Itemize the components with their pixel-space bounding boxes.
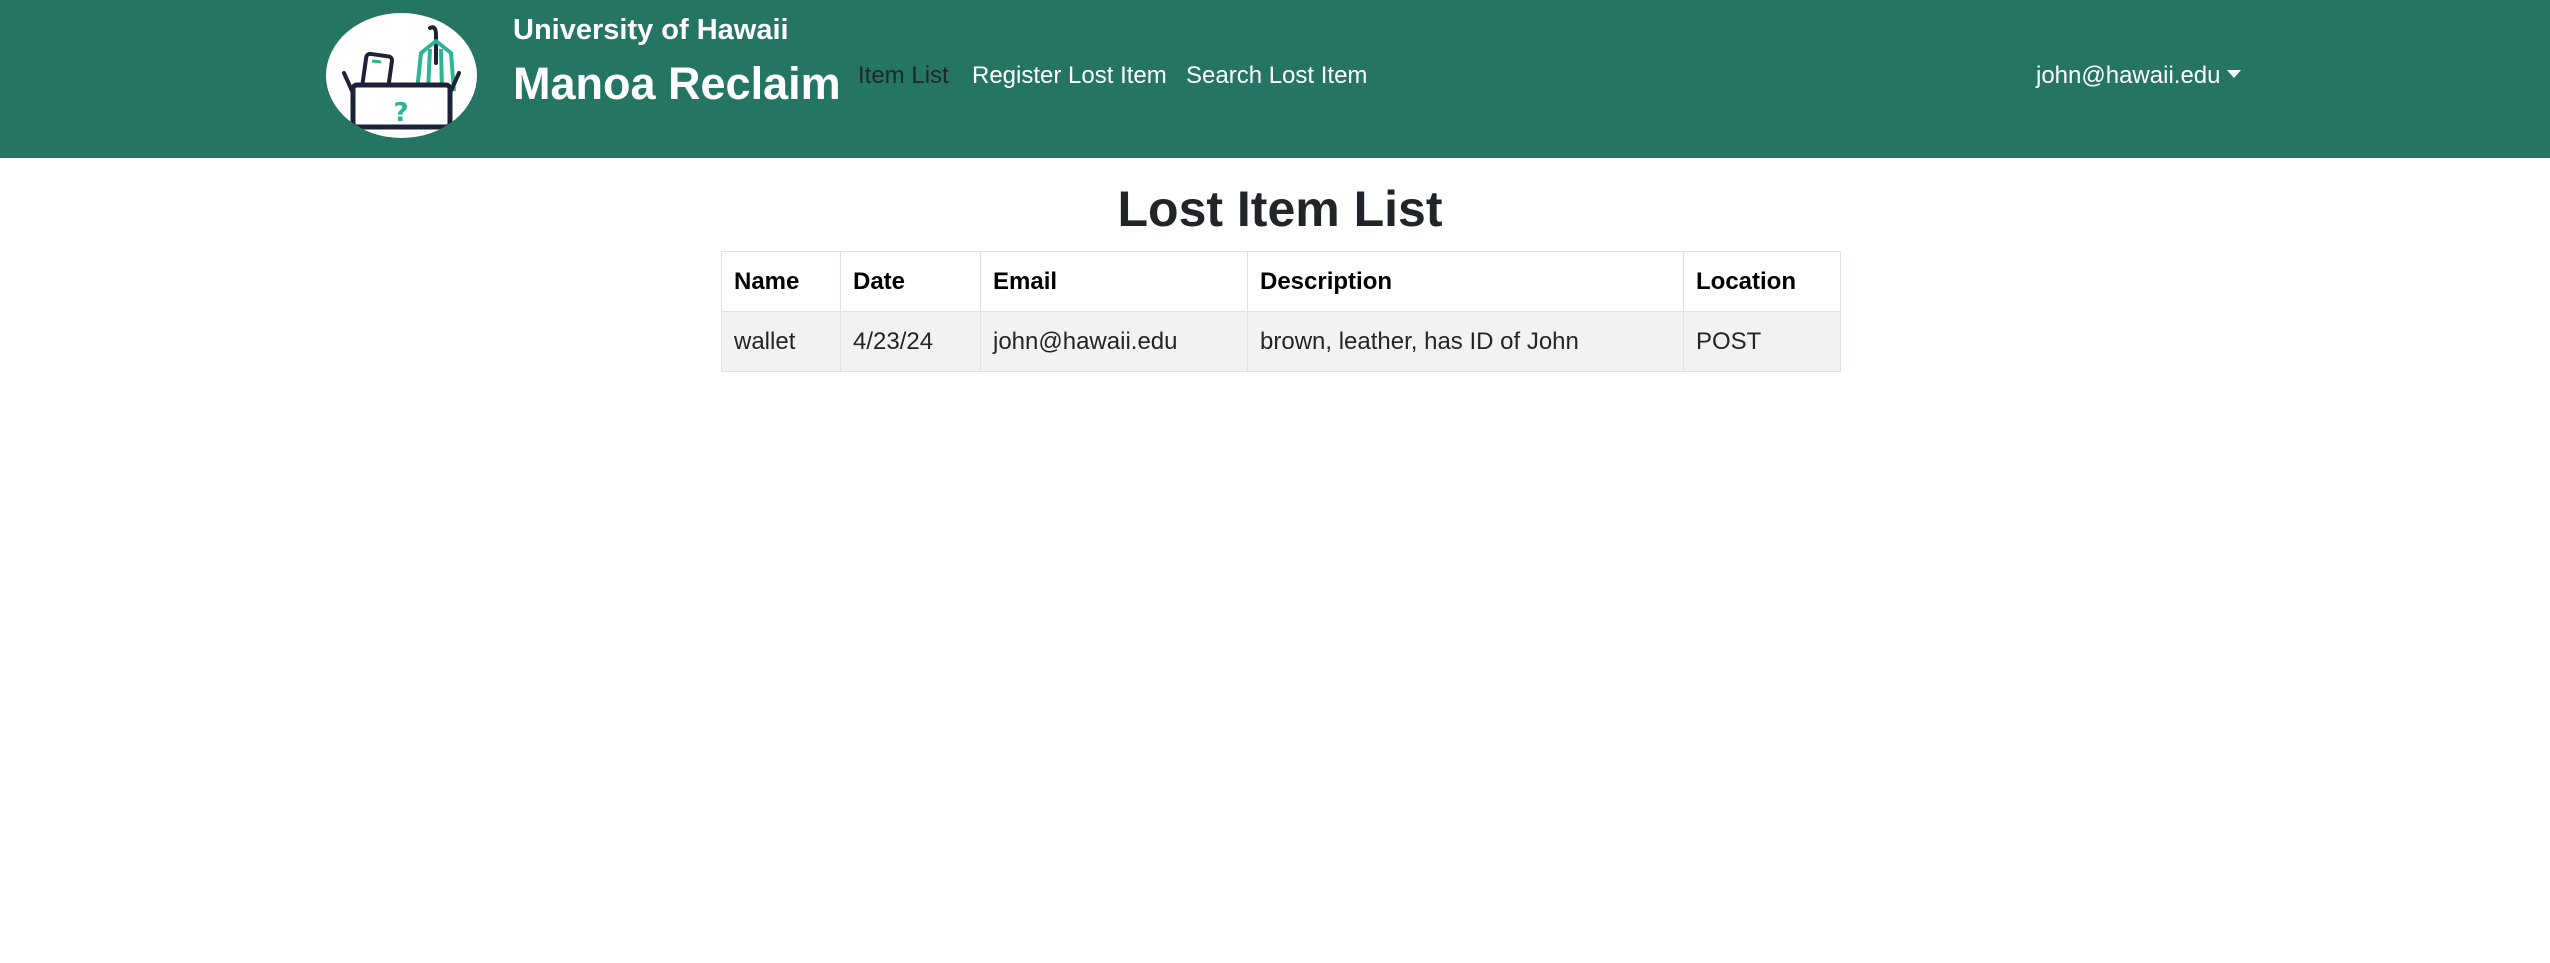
column-header-email: Email [980, 251, 1248, 312]
nav-item-list[interactable]: Item List [858, 62, 949, 90]
user-email: john@hawaii.edu [2036, 62, 2221, 89]
cell-date: 4/23/24 [840, 311, 981, 372]
caret-down-icon [2226, 70, 2241, 78]
column-header-name: Name [721, 251, 841, 312]
lost-item-table: Name Date Email Description Location wal… [721, 251, 1841, 372]
svg-text:?: ? [393, 98, 408, 128]
top-navbar: ? University of Hawaii Manoa Reclaim Ite… [0, 0, 2550, 158]
user-menu-dropdown[interactable]: john@hawaii.edu [2036, 62, 2241, 90]
table-header-row: Name Date Email Description Location [721, 251, 1841, 312]
page-title: Lost Item List [1117, 181, 1443, 237]
nav-search-lost-item[interactable]: Search Lost Item [1186, 62, 1367, 90]
cell-location: POST [1683, 311, 1841, 372]
brand-university[interactable]: University of Hawaii [513, 14, 789, 47]
cell-description: brown, leather, has ID of John [1247, 311, 1684, 372]
cell-email: john@hawaii.edu [980, 311, 1248, 372]
lost-and-found-box-icon: ? [342, 25, 461, 130]
nav-register-lost-item[interactable]: Register Lost Item [972, 62, 1167, 90]
cell-name: wallet [721, 311, 841, 372]
column-header-location: Location [1683, 251, 1841, 312]
brand-logo[interactable]: ? [326, 13, 477, 138]
table-row: wallet 4/23/24 john@hawaii.edu brown, le… [721, 311, 1841, 372]
column-header-date: Date [840, 251, 981, 312]
column-header-description: Description [1247, 251, 1684, 312]
brand-app-name[interactable]: Manoa Reclaim [513, 58, 841, 110]
